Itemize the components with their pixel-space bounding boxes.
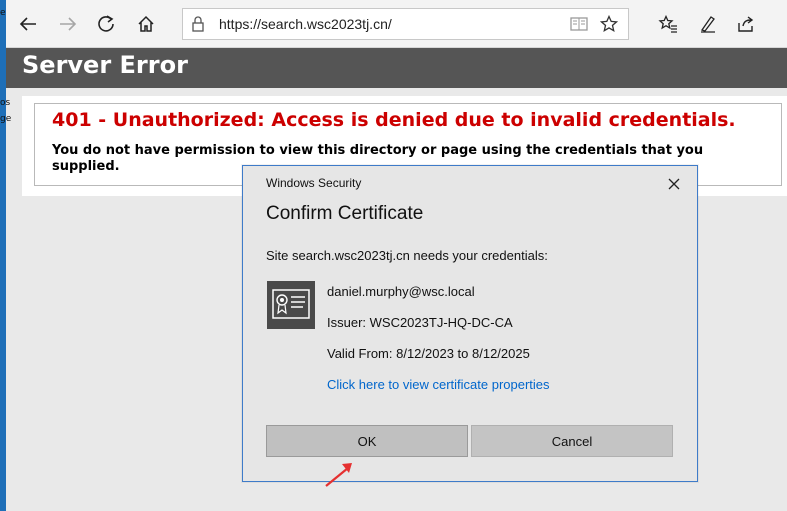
page-header: Server Error: [6, 48, 787, 88]
dialog-prompt: Site search.wsc2023tj.cn needs your cred…: [266, 248, 548, 263]
pen-icon[interactable]: [694, 10, 722, 38]
ok-button[interactable]: OK: [266, 425, 468, 457]
refresh-icon[interactable]: [92, 10, 120, 38]
dialog-caption: Windows Security: [266, 176, 362, 190]
page-title: Server Error: [22, 51, 188, 79]
reading-view-icon[interactable]: [570, 16, 588, 36]
certificate-icon: [267, 281, 315, 329]
error-title: 401 - Unauthorized: Access is denied due…: [52, 109, 736, 131]
certificate-user: daniel.murphy@wsc.local: [327, 284, 475, 299]
dialog-title: Confirm Certificate: [266, 203, 424, 224]
certificate-issuer: Issuer: WSC2023TJ-HQ-DC-CA: [327, 315, 513, 330]
browser-toolbar: https://search.wsc2023tj.cn/: [6, 0, 787, 48]
certificate-properties-link[interactable]: Click here to view certificate propertie…: [327, 377, 550, 392]
cancel-button[interactable]: Cancel: [471, 425, 673, 457]
address-bar[interactable]: https://search.wsc2023tj.cn/: [182, 8, 629, 40]
certificate-validity: Valid From: 8/12/2023 to 8/12/2025: [327, 346, 530, 361]
star-icon[interactable]: [599, 14, 619, 37]
back-arrow-icon[interactable]: [14, 10, 42, 38]
annotation-arrow-icon: [325, 463, 352, 487]
share-icon[interactable]: [732, 10, 760, 38]
confirm-certificate-dialog: Windows Security Confirm Certificate Sit…: [242, 165, 698, 482]
desktop-icon-label: os: [0, 98, 11, 108]
desktop-icon-label: ge: [0, 114, 12, 124]
desktop-icon-label: e: [0, 8, 6, 18]
forward-arrow-icon[interactable]: [54, 10, 82, 38]
home-icon[interactable]: [132, 10, 160, 38]
url-text[interactable]: https://search.wsc2023tj.cn/: [219, 16, 392, 32]
lock-icon: [191, 16, 205, 36]
close-icon[interactable]: [665, 175, 683, 193]
favorites-list-icon[interactable]: [654, 10, 682, 38]
